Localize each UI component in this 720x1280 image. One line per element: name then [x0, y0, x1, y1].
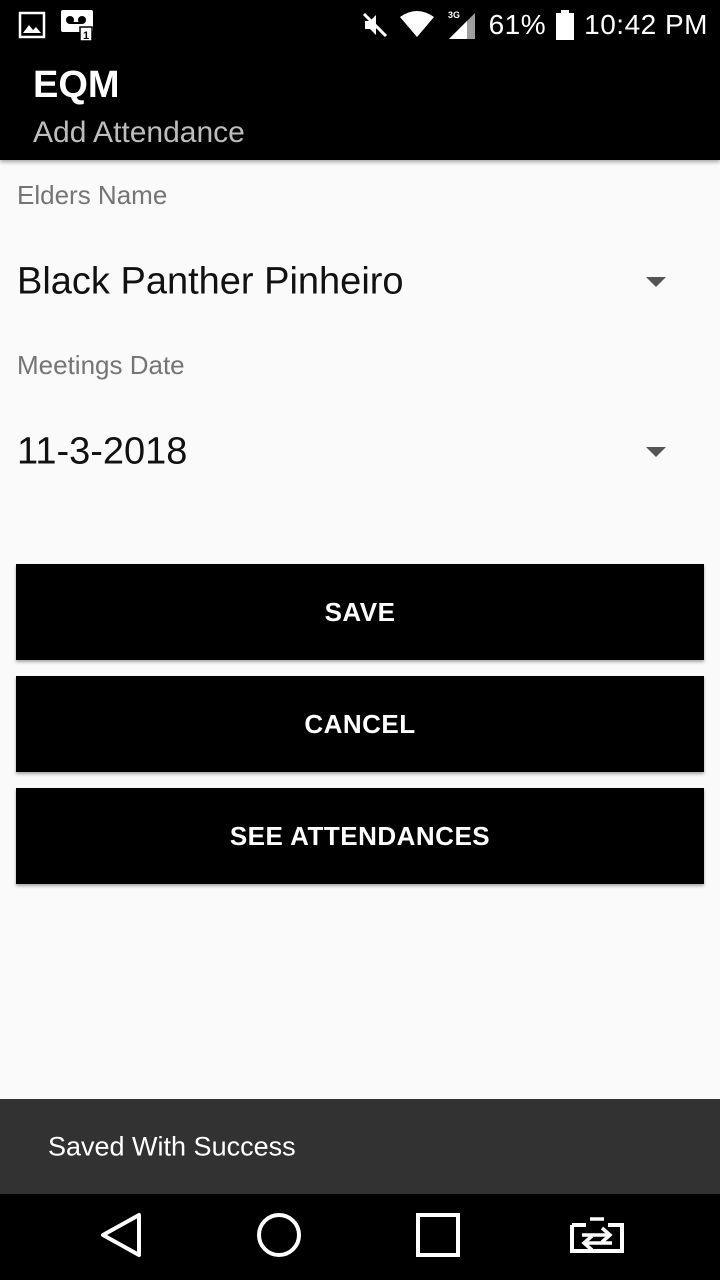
clock: 10:42 PM — [584, 9, 708, 40]
app-bar: EQM Add Attendance — [0, 50, 720, 160]
voicemail-icon: 1 — [60, 9, 94, 41]
network-type-text: 3G — [448, 10, 460, 20]
battery-percent: 61% — [488, 9, 547, 40]
screen: 1 3G 61% 10:42 PM EQM Add Attendance Eld… — [0, 0, 720, 1280]
app-title: EQM — [33, 64, 120, 106]
wifi-icon — [399, 11, 435, 39]
snackbar-message: Saved With Success — [48, 1131, 296, 1161]
elders-name-value: Black Panther Pinheiro — [17, 260, 404, 303]
recents-button[interactable] — [378, 1194, 498, 1280]
recents-icon — [414, 1211, 462, 1264]
home-button[interactable] — [219, 1194, 339, 1280]
battery-icon — [556, 10, 575, 40]
meetings-date-label: Meetings Date — [17, 350, 185, 380]
save-button[interactable]: SAVE — [16, 564, 704, 660]
see-attendances-button[interactable]: SEE ATTENDANCES — [16, 788, 704, 884]
status-bar: 1 3G 61% 10:42 PM — [0, 0, 720, 50]
snackbar: Saved With Success — [0, 1099, 720, 1194]
dropdown-arrow-icon — [646, 277, 666, 287]
elders-name-spinner[interactable]: Black Panther Pinheiro — [0, 242, 720, 322]
elders-name-label: Elders Name — [17, 180, 168, 210]
home-icon — [255, 1211, 303, 1264]
svg-text:1: 1 — [83, 30, 89, 41]
rotate-icon — [568, 1215, 626, 1260]
signal-icon: 3G — [445, 10, 479, 40]
image-icon — [18, 11, 46, 39]
meetings-date-spinner[interactable]: 11-3-2018 — [0, 412, 720, 492]
cancel-button[interactable]: CANCEL — [16, 676, 704, 772]
back-button[interactable] — [61, 1194, 181, 1280]
rotate-button[interactable] — [537, 1194, 657, 1280]
navigation-bar — [0, 1194, 720, 1280]
meetings-date-value: 11-3-2018 — [17, 430, 188, 473]
notification-icons: 1 — [18, 9, 94, 41]
back-icon — [99, 1211, 143, 1264]
mute-icon — [361, 11, 389, 39]
dropdown-arrow-icon — [646, 447, 666, 457]
page-subtitle: Add Attendance — [33, 116, 245, 149]
system-status: 3G 61% 10:42 PM — [361, 0, 708, 50]
